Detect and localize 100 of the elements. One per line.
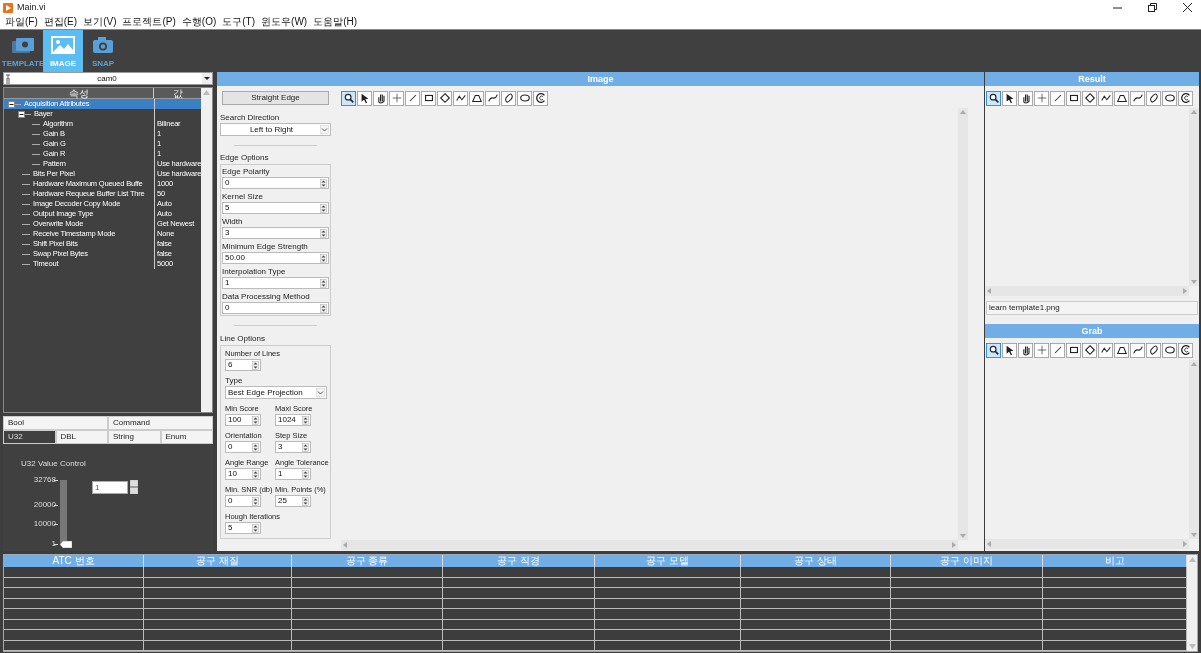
menu-item[interactable]: 윈도우(W) [261, 15, 308, 29]
column-header: 값 [171, 88, 184, 98]
tool-button[interactable] [1082, 90, 1097, 106]
horizontal-scrollbar[interactable] [985, 539, 1189, 549]
dropdown[interactable]: Left to Right [220, 123, 331, 136]
number-field[interactable]: 0 [222, 177, 329, 189]
dropdown[interactable]: Best Edge Projection [225, 386, 327, 399]
tool-button[interactable] [533, 90, 548, 106]
slider-thumb[interactable] [60, 541, 72, 548]
tab[interactable]: DBL [55, 430, 108, 444]
tool-button[interactable] [1178, 342, 1193, 358]
camera-dropdown[interactable]: cam0 [3, 72, 213, 85]
horizontal-scrollbar[interactable] [985, 286, 1189, 296]
menu-item[interactable]: 수행(O) [181, 15, 217, 29]
spinner-icon [302, 415, 309, 425]
vertical-scrollbar[interactable] [1189, 360, 1199, 539]
tab[interactable]: U32 [3, 430, 56, 444]
tool-button[interactable] [1002, 342, 1017, 358]
tool-button[interactable] [1114, 342, 1129, 358]
menu-item[interactable]: 도구(T) [222, 15, 256, 29]
crosshair-icon [390, 92, 403, 104]
scroll-down-arrow-icon [1191, 280, 1197, 284]
tool-button[interactable] [1050, 90, 1065, 106]
tool-button[interactable] [1098, 342, 1113, 358]
tool-button[interactable] [1018, 90, 1033, 106]
picture-icon [50, 35, 76, 55]
tool-button[interactable] [1178, 90, 1193, 106]
tool-button[interactable] [1098, 90, 1113, 106]
spinner-icon [320, 253, 327, 263]
tool-button[interactable] [1162, 342, 1177, 358]
tool-button[interactable] [986, 90, 1001, 106]
toolbar-button[interactable]: TEMPLATE [3, 30, 43, 72]
tool-button[interactable] [437, 90, 452, 106]
tool-button[interactable] [453, 90, 468, 106]
tool-button[interactable] [1050, 342, 1065, 358]
number-field[interactable]: 25 [275, 495, 311, 507]
horizontal-scrollbar[interactable] [341, 540, 958, 550]
number-field[interactable]: 1024 [275, 414, 311, 426]
toolbar-button[interactable]: SNAP [83, 30, 123, 72]
menu-item[interactable]: 보기(V) [83, 15, 117, 29]
vertical-scrollbar[interactable] [201, 88, 212, 412]
tool-button[interactable] [421, 90, 436, 106]
tab[interactable]: Enum [160, 430, 213, 444]
vertical-scrollbar[interactable] [1189, 108, 1199, 286]
scroll-left-arrow-icon [987, 541, 991, 547]
number-field[interactable]: 0 [225, 441, 261, 453]
tab[interactable]: String [108, 430, 161, 444]
arc-icon [1179, 344, 1192, 356]
tool-button[interactable] [405, 90, 420, 106]
number-field[interactable]: 5 [222, 202, 329, 214]
number-field[interactable]: 100 [225, 414, 261, 426]
tool-button[interactable] [517, 90, 532, 106]
scroll-up-arrow-icon [960, 110, 966, 114]
tool-button[interactable] [469, 90, 484, 106]
menu-item[interactable]: 편집(E) [43, 15, 78, 29]
zoom-icon [342, 92, 355, 104]
tool-button[interactable] [357, 90, 372, 106]
tool-button[interactable] [1002, 90, 1017, 106]
tool-button[interactable] [1066, 342, 1081, 358]
tool-button[interactable] [1130, 342, 1145, 358]
tool-button[interactable]: Straight Edge [222, 91, 329, 105]
scroll-right-arrow-icon [1183, 288, 1187, 294]
spinner-icon [252, 415, 259, 425]
number-field[interactable]: 1 [275, 468, 311, 480]
tool-button[interactable] [1082, 342, 1097, 358]
number-field[interactable]: 3 [222, 227, 329, 239]
tool-button[interactable] [1162, 90, 1177, 106]
tool-button[interactable] [1114, 90, 1129, 106]
number-field[interactable]: 3 [275, 441, 311, 453]
tick-label: 32768 [33, 476, 56, 484]
tool-button[interactable] [341, 90, 356, 106]
number-field[interactable]: 50.00 [222, 252, 329, 264]
number-field[interactable]: 1 [222, 277, 329, 289]
spinner-icon [130, 480, 138, 494]
menu-item[interactable]: 프로젝트(P) [122, 15, 176, 29]
tool-button[interactable] [501, 90, 516, 106]
tool-button[interactable] [1018, 342, 1033, 358]
number-field[interactable]: 6 [225, 359, 261, 371]
number-field[interactable]: 5 [225, 522, 261, 534]
tab[interactable]: Bool [3, 416, 108, 430]
tool-button[interactable] [1146, 90, 1161, 106]
spinner-icon [320, 303, 327, 313]
tool-button[interactable] [485, 90, 500, 106]
number-field[interactable]: 0 [225, 495, 261, 507]
tool-button[interactable] [986, 342, 1001, 358]
tool-button[interactable] [1130, 90, 1145, 106]
tool-button[interactable] [373, 90, 388, 106]
menu-item[interactable]: 파일(F) [5, 15, 38, 29]
menu-item[interactable]: 도움말(H) [313, 15, 358, 29]
close-icon[interactable] [1183, 3, 1192, 12]
scroll-up-arrow-icon [1191, 362, 1197, 366]
number-field[interactable]: 10 [225, 468, 261, 480]
tab[interactable]: Command [108, 416, 213, 430]
tool-button[interactable] [1146, 342, 1161, 358]
vertical-scrollbar[interactable] [958, 108, 968, 540]
number-field[interactable]: 1 [92, 481, 128, 494]
tool-button[interactable] [1066, 90, 1081, 106]
spinner-icon [252, 442, 259, 452]
restore-icon[interactable] [1148, 3, 1157, 12]
number-field[interactable]: 0 [222, 302, 329, 314]
